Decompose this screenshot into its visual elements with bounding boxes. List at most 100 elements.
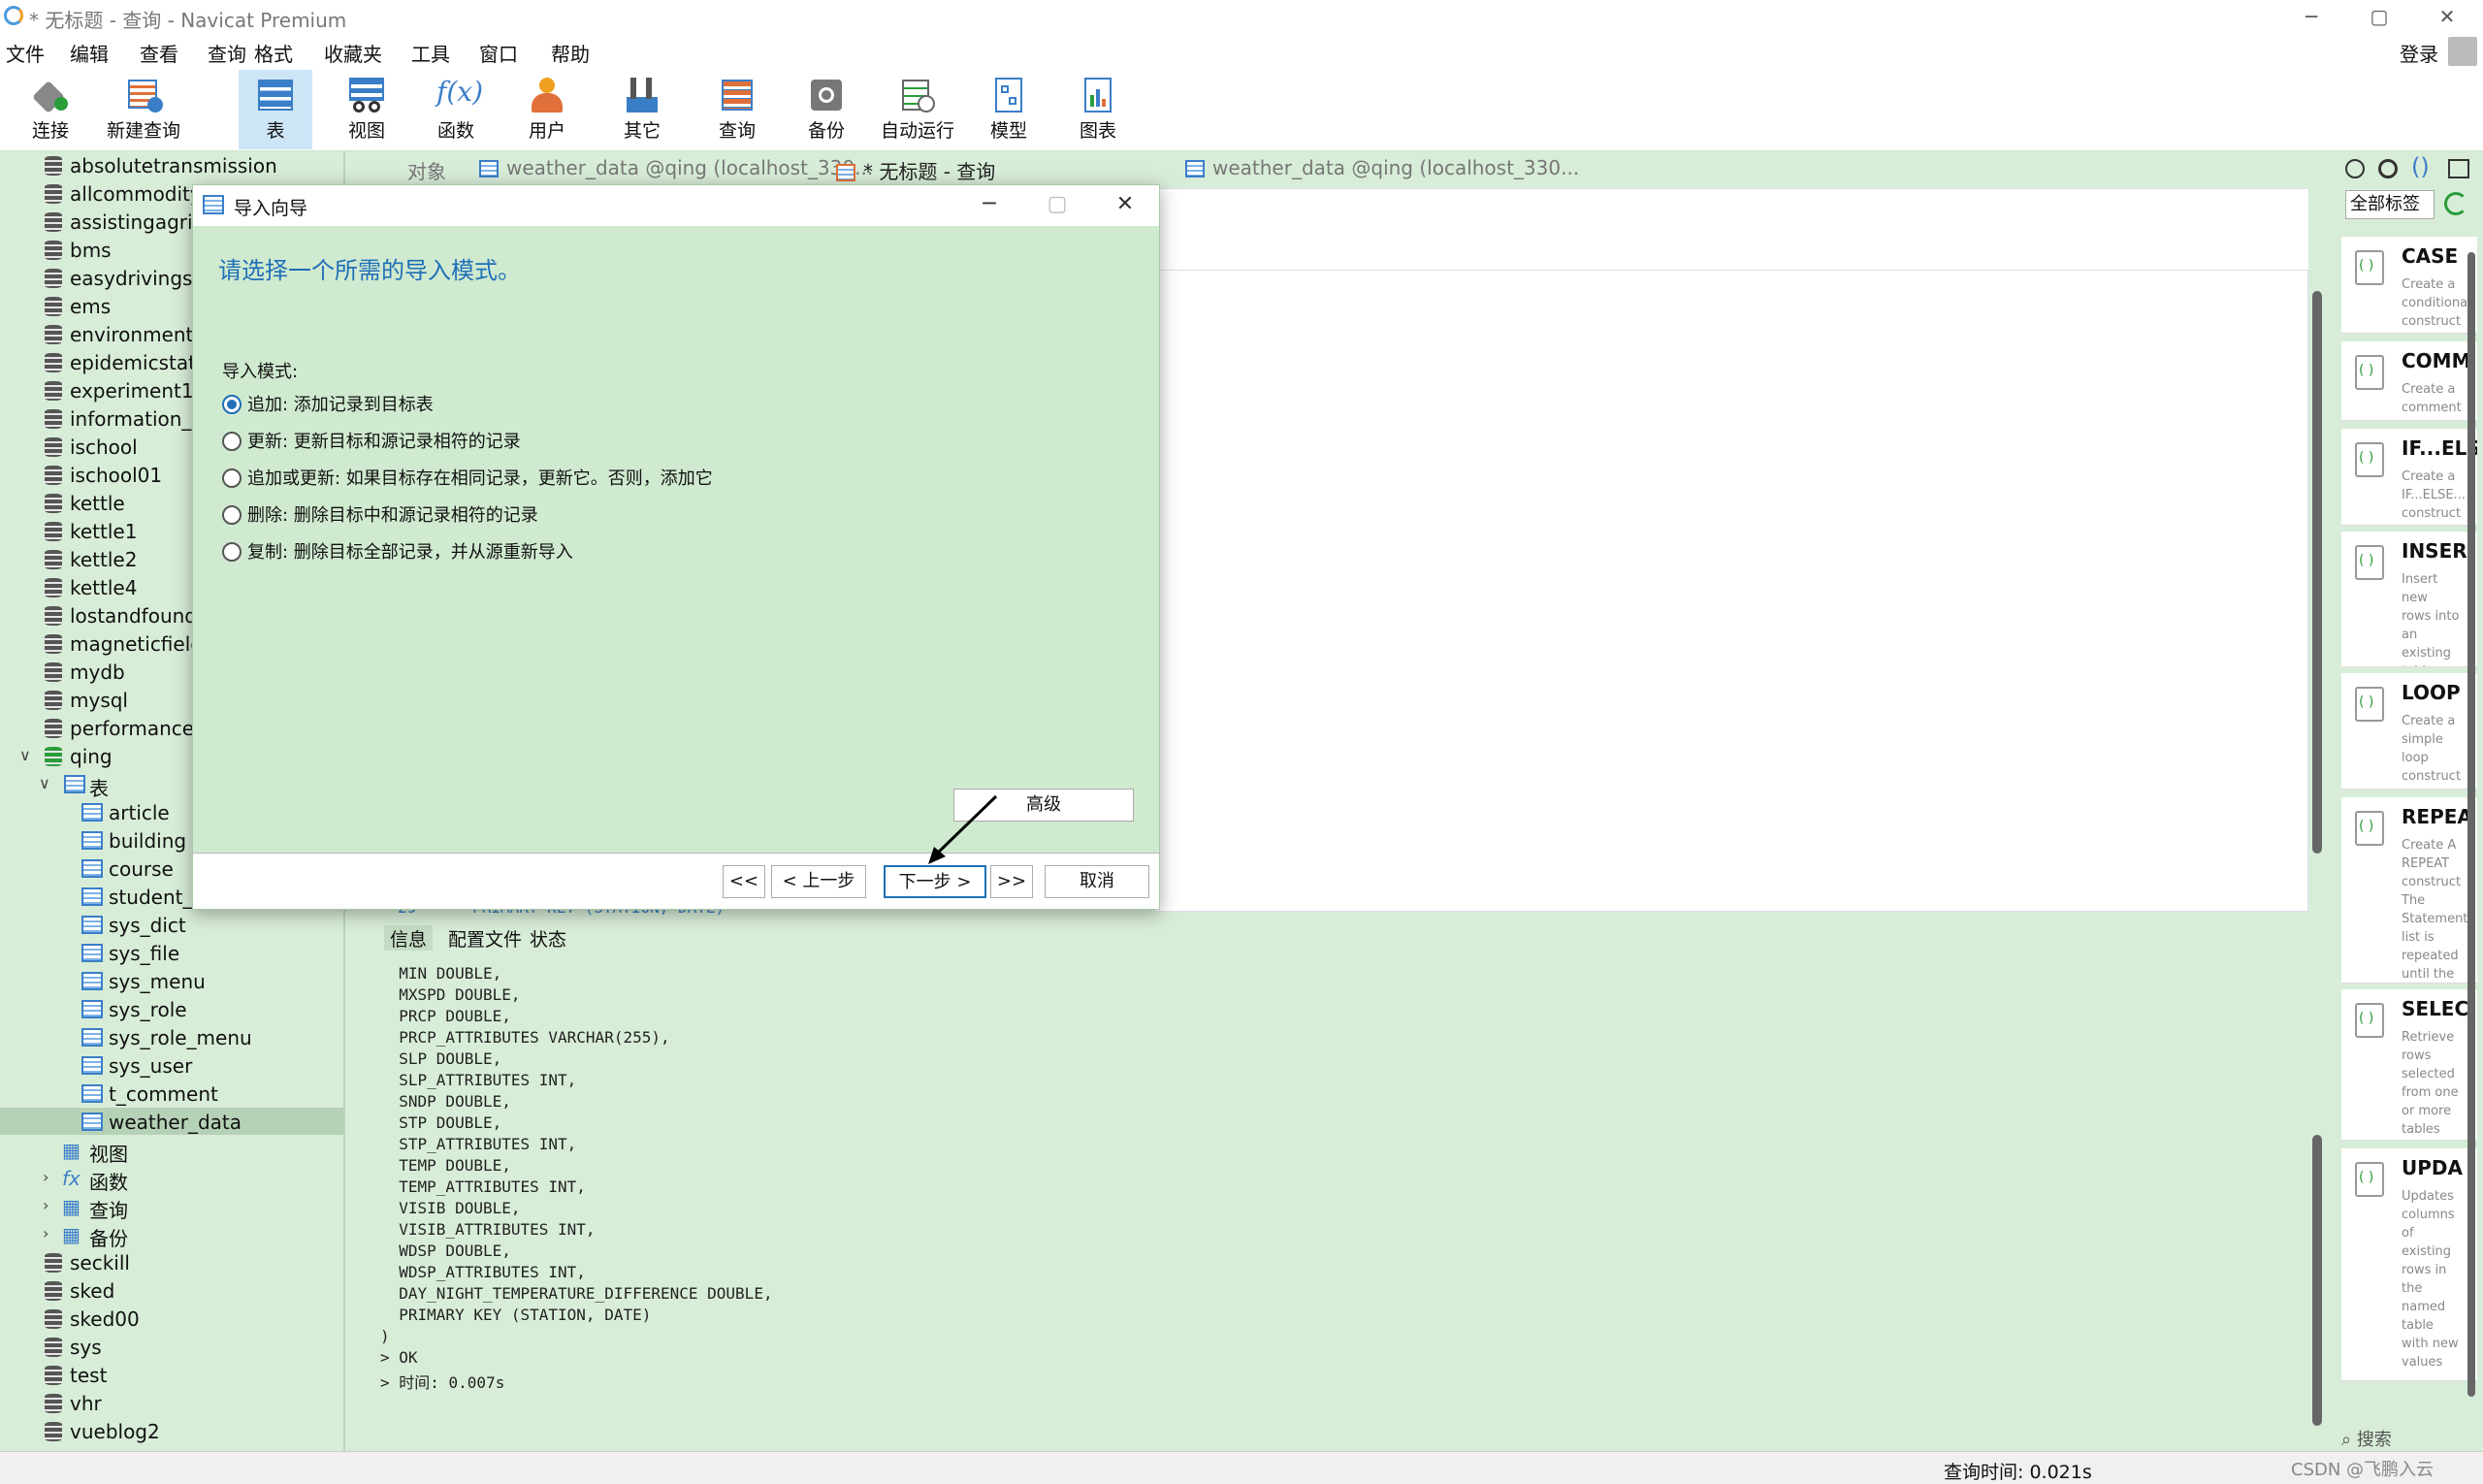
menu-help[interactable]: 帮助 (551, 39, 590, 67)
tree-group[interactable]: 函数 fx › (0, 1164, 343, 1194)
tree-table[interactable]: weather_data (0, 1108, 343, 1135)
layout-icon[interactable] (2448, 159, 2469, 178)
menu-favorites[interactable]: 收藏夹 (324, 39, 382, 67)
dialog-minimize-button[interactable]: ─ (965, 189, 1014, 220)
snippet-item[interactable]: INSER Insert new rows into an existing ta… (2341, 532, 2477, 667)
snippet-search[interactable]: ⌕ 搜索 (2341, 1426, 2477, 1451)
tab-weather-data-2[interactable]: weather_data @qing (localhost_330... (1185, 156, 1579, 189)
menu-view[interactable]: 查看 (140, 39, 178, 67)
expand-arrow-icon[interactable]: › (43, 1168, 48, 1186)
eye-icon[interactable] (2378, 159, 2398, 178)
tree-table[interactable]: sys_menu (0, 967, 343, 994)
tree-node-label: absolutetransmission (70, 154, 277, 177)
output-scrollbar[interactable] (2312, 1135, 2322, 1426)
menu-file[interactable]: 文件 (6, 39, 45, 67)
query-button[interactable]: 查询 (700, 70, 774, 149)
tag-filter-select[interactable]: 全部标签 (2345, 190, 2435, 219)
tree-database[interactable]: seckill (0, 1248, 343, 1275)
tree-node-label: 视图 (89, 1143, 128, 1166)
avatar[interactable] (2448, 37, 2477, 66)
tree-group[interactable]: 查询 ▦ › (0, 1192, 343, 1222)
menu-window[interactable]: 窗口 (479, 39, 518, 67)
app-logo-icon (4, 6, 23, 25)
refresh-icon[interactable] (2444, 192, 2467, 215)
user-button[interactable]: 用户 (510, 70, 584, 149)
first-step-button[interactable]: << (723, 865, 765, 898)
model-button[interactable]: 模型 (972, 70, 1046, 149)
tab-status[interactable]: 状态 (530, 925, 566, 952)
tree-database[interactable]: test (0, 1361, 343, 1388)
auto-run-button[interactable]: 自动运行 (881, 70, 954, 149)
mode-delete-radio[interactable]: 删除: 删除目标中和源记录相符的记录 (222, 501, 538, 529)
tree-database[interactable]: sked (0, 1276, 343, 1304)
maximize-button[interactable]: ▢ (2355, 2, 2403, 31)
minimize-button[interactable]: ─ (2287, 2, 2336, 31)
tree-table[interactable]: sys_file (0, 939, 343, 966)
tree-group[interactable]: 备份 ▦ › (0, 1220, 343, 1250)
table-button[interactable]: 表 (239, 70, 312, 149)
snippet-item[interactable]: SELEC Retrieve rows selected from one or … (2341, 989, 2477, 1141)
cancel-button[interactable]: 取消 (1045, 865, 1149, 898)
connection-button[interactable]: 连接 (14, 70, 87, 149)
login-link[interactable]: 登录 (2400, 39, 2438, 67)
tree-group[interactable]: 视图 ▦ (0, 1136, 343, 1166)
expand-arrow-icon[interactable]: ∨ (39, 774, 50, 792)
dialog-maximize-button[interactable]: ▢ (1033, 189, 1081, 220)
function-button[interactable]: f(x) 函数 (419, 70, 493, 149)
mode-append-radio[interactable]: 追加: 添加记录到目标表 (222, 391, 434, 418)
previous-step-button[interactable]: < 上一步 (771, 865, 866, 898)
tree-table[interactable]: sys_role_menu (0, 1023, 343, 1050)
snippet-item[interactable]: COMM Create a comment (2341, 341, 2477, 421)
dialog-close-button[interactable]: ✕ (1101, 189, 1149, 220)
editor-scrollbar[interactable] (2312, 291, 2322, 854)
snippet-item[interactable]: IF...ELS Create a IF...ELSE... construct (2341, 429, 2477, 526)
tree-node-label: vueblog2 (70, 1420, 160, 1443)
menu-tools[interactable]: 工具 (411, 39, 450, 67)
expand-arrow-icon[interactable]: › (43, 1196, 48, 1214)
menu-query[interactable]: 查询 (208, 39, 246, 67)
snippet-item[interactable]: REPEA Create A REPEAT construct The State… (2341, 797, 2477, 984)
tree-database[interactable]: absolutetransmission (0, 151, 343, 178)
database-icon (45, 1338, 62, 1357)
backup-button[interactable]: 备份 (790, 70, 863, 149)
menu-edit[interactable]: 编辑 (70, 39, 109, 67)
tree-table[interactable]: t_comment (0, 1080, 343, 1107)
tree-table[interactable]: sys_role (0, 995, 343, 1022)
tree-table[interactable]: sys_user (0, 1051, 343, 1079)
snippet-description: Create a IF...ELSE... construct (2402, 469, 2466, 521)
expand-arrow-icon[interactable]: ∨ (19, 746, 31, 764)
chart-button[interactable]: 图表 (1061, 70, 1135, 149)
tree-database[interactable]: sked00 (0, 1305, 343, 1332)
info-icon[interactable] (2345, 159, 2365, 178)
table-icon (81, 1056, 103, 1075)
last-step-button[interactable]: >> (990, 865, 1033, 898)
expand-arrow-icon[interactable]: › (43, 1224, 48, 1242)
tree-table[interactable]: sys_dict (0, 911, 343, 938)
snippet-item[interactable]: UPDA Updates columns of existing rows in … (2341, 1148, 2477, 1381)
tab-profile[interactable]: 配置文件 (448, 925, 522, 952)
snippet-title: UPDA (2402, 1156, 2463, 1179)
snippet-item[interactable]: CASE Create a conditional construct (2341, 237, 2477, 334)
output-line: > OK (380, 1348, 418, 1367)
mode-append-or-update-radio[interactable]: 追加或更新: 如果目标存在相同记录，更新它。否则，添加它 (222, 465, 713, 492)
snippet-icon[interactable]: () (2411, 153, 2430, 180)
menu-format[interactable]: 格式 (254, 39, 293, 67)
group-icon: ▦ (62, 1223, 81, 1246)
view-button[interactable]: 视图 (330, 70, 403, 149)
new-query-button[interactable]: 新建查询 (107, 70, 180, 149)
close-button[interactable]: ✕ (2423, 2, 2471, 31)
sql-editor[interactable] (1154, 270, 2308, 912)
mode-update-radio[interactable]: 更新: 更新目标和源记录相符的记录 (222, 428, 521, 455)
tree-database[interactable]: vueblog2 (0, 1417, 343, 1444)
mode-copy-radio[interactable]: 复制: 删除目标全部记录，并从源重新导入 (222, 538, 573, 565)
search-icon: ⌕ (2341, 1430, 2357, 1450)
snippets-scrollbar[interactable] (2467, 252, 2475, 1397)
radio-circle (222, 432, 242, 451)
tree-database[interactable]: sys (0, 1333, 343, 1360)
next-step-button[interactable]: 下一步 > (884, 865, 986, 898)
tree-node-label: 表 (89, 777, 109, 800)
tab-info[interactable]: 信息 (384, 925, 434, 952)
snippet-item[interactable]: LOOP Create a simple loop construct (2341, 673, 2477, 790)
other-button[interactable]: 其它 (605, 70, 679, 149)
tree-database[interactable]: vhr (0, 1389, 343, 1416)
